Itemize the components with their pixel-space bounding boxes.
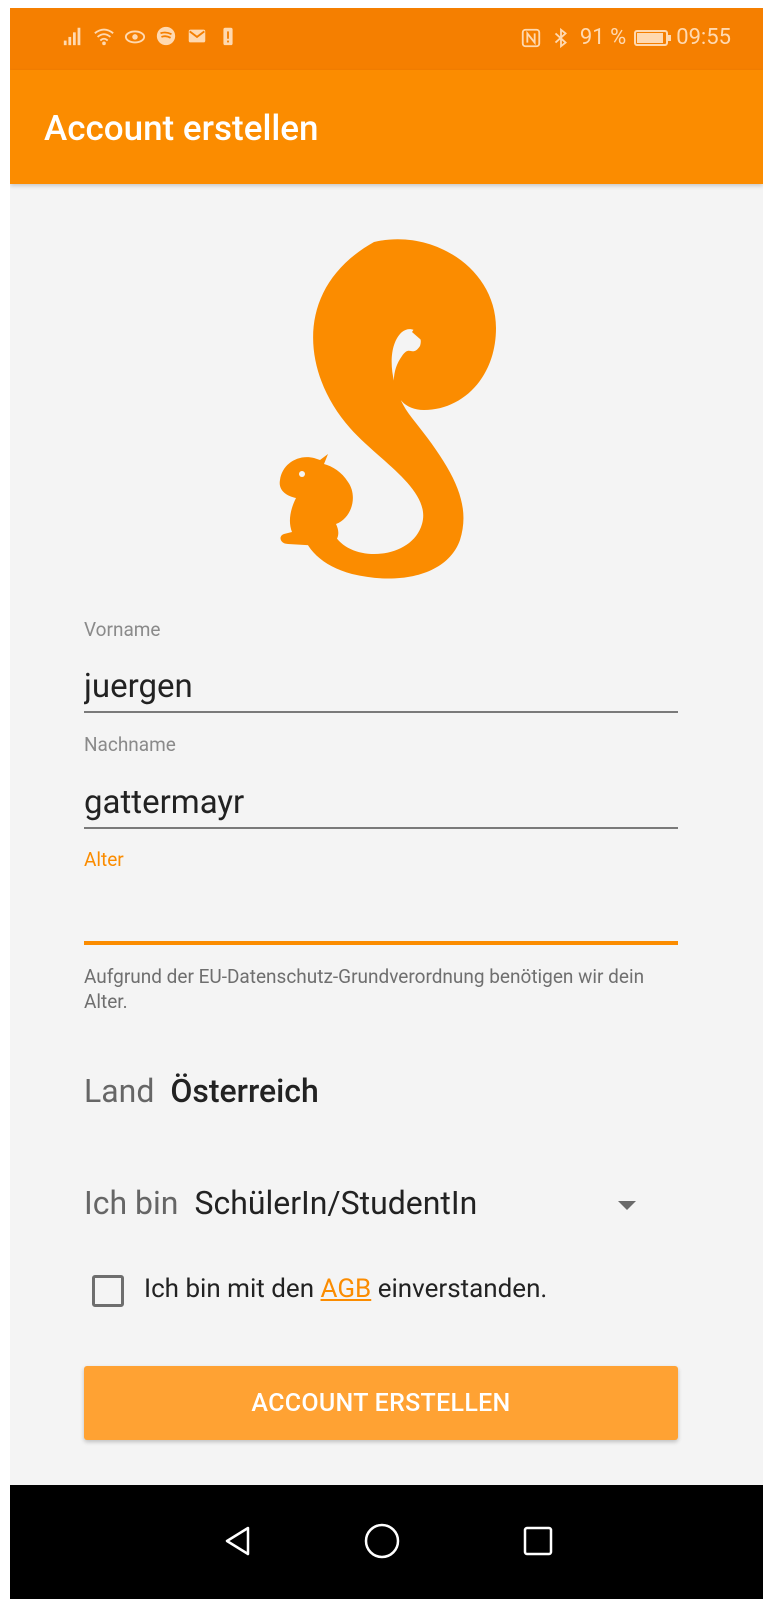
create-account-button[interactable]: ACCOUNT ERSTELLEN <box>84 1366 678 1440</box>
eye-icon <box>124 30 146 44</box>
status-left <box>62 25 239 47</box>
dropdown-arrow-icon[interactable] <box>618 1201 636 1210</box>
nfc-icon <box>521 28 541 47</box>
signal-icon <box>63 27 81 46</box>
home-button[interactable] <box>352 1511 412 1571</box>
battery-percent: 91 % <box>579 25 627 50</box>
terms-checkbox[interactable] <box>92 1275 124 1307</box>
terms-suffix: einverstanden. <box>371 1274 548 1304</box>
last-name-underline <box>84 827 678 829</box>
terms-agb-link[interactable]: AGB <box>321 1274 372 1304</box>
age-helper-text: Aufgrund der EU-Datenschutz-Grundverordn… <box>84 965 645 1013</box>
wifi-icon <box>94 28 114 46</box>
battery-alert-icon <box>223 27 233 46</box>
recents-button[interactable] <box>508 1511 568 1571</box>
clock: 09:55 <box>676 25 731 50</box>
country-row: Land Österreich <box>84 1072 319 1110</box>
status-bar: 91 % 09:55 <box>10 8 763 70</box>
back-icon <box>225 1526 250 1556</box>
spotify-icon <box>156 26 176 46</box>
recents-icon <box>523 1526 553 1556</box>
age-underline <box>84 941 678 945</box>
mail-icon <box>188 29 206 43</box>
app-bar: Account erstellen <box>10 70 763 184</box>
country-value: Österreich <box>170 1072 319 1110</box>
battery-icon <box>634 29 672 46</box>
app-screen: 91 % 09:55 Account erstellen Vorname Nac… <box>10 8 763 1599</box>
back-button[interactable] <box>208 1511 268 1571</box>
role-label: Ich bin <box>84 1184 179 1222</box>
terms-text: Ich bin mit den AGB einverstanden. <box>144 1274 547 1304</box>
first-name-label: Vorname <box>84 618 161 641</box>
first-name-underline <box>84 711 678 713</box>
home-icon <box>364 1523 400 1559</box>
age-label: Alter <box>84 848 124 871</box>
last-name-input[interactable] <box>84 780 678 824</box>
bluetooth-icon <box>554 27 567 48</box>
status-right: 91 % 09:55 <box>520 25 731 50</box>
navigation-bar <box>10 1485 763 1599</box>
squirrel-logo <box>279 239 496 579</box>
role-spinner[interactable]: Ich bin SchülerIn/StudentIn <box>84 1184 477 1222</box>
country-label: Land <box>84 1072 155 1110</box>
age-input[interactable] <box>84 896 678 940</box>
terms-prefix: Ich bin mit den <box>144 1274 321 1304</box>
page-title: Account erstellen <box>44 108 319 149</box>
battery-level <box>637 32 663 43</box>
role-value[interactable]: SchülerIn/StudentIn <box>194 1184 477 1222</box>
first-name-input[interactable] <box>84 664 678 708</box>
last-name-label: Nachname <box>84 733 176 756</box>
